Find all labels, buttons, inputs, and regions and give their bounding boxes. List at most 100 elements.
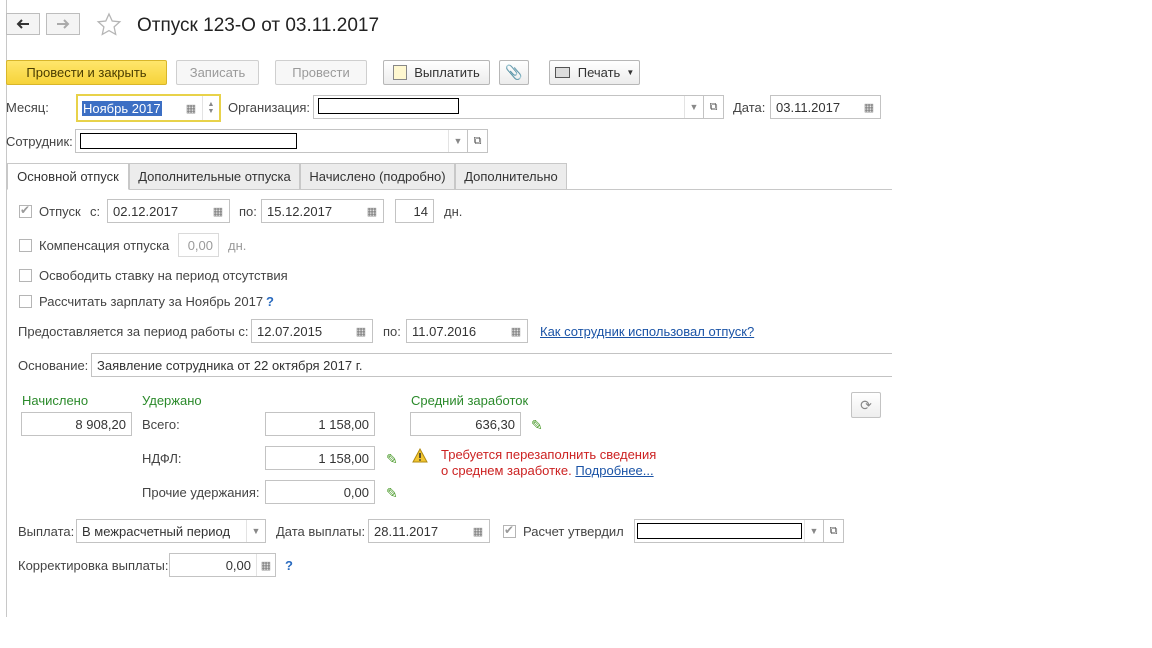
ndfl-field[interactable]: 1 158,00	[265, 446, 375, 470]
vacation-from-field[interactable]: 02.12.2017 ▦	[107, 199, 230, 223]
post-and-close-button[interactable]: Провести и закрыть	[6, 60, 167, 85]
month-label: Месяц:	[6, 100, 49, 115]
compensation-days-value: 0,00	[187, 237, 213, 253]
payment-field[interactable]: В межрасчетный период ▼	[76, 519, 266, 543]
warning-line-2: о среднем заработке. Подробнее...	[441, 463, 654, 479]
period-to-value: 11.07.2016	[412, 323, 477, 339]
payment-value: В межрасчетный период	[82, 523, 231, 539]
payment-date-label: Дата выплаты:	[276, 524, 366, 539]
month-spin-control[interactable]: ▲ ▼	[202, 96, 219, 120]
calendar-icon[interactable]: ▦	[180, 96, 202, 120]
calendar-icon[interactable]: ▦	[858, 96, 880, 118]
open-organization-button[interactable]: ⧉	[704, 95, 724, 119]
tab-additional[interactable]: Дополнительно	[455, 163, 567, 190]
date-value: 03.11.2017	[776, 99, 841, 115]
attach-button[interactable]: 📎	[499, 60, 529, 85]
print-button[interactable]: Печать ▼	[549, 60, 640, 85]
vacation-from-value: 02.12.2017	[113, 203, 179, 219]
approved-checkbox[interactable]	[503, 523, 516, 538]
favorite-star-icon[interactable]	[96, 12, 122, 41]
save-button[interactable]: Записать	[176, 60, 259, 85]
warning-line-1: Требуется перезаполнить сведения	[441, 447, 657, 462]
redacted-approver	[637, 523, 802, 539]
warning-line-2-text: о среднем заработке.	[441, 463, 572, 478]
vacation-to-label: по:	[239, 204, 257, 219]
open-approver-button[interactable]: ⧉	[824, 519, 844, 543]
redacted-employee	[80, 133, 297, 149]
other-withholdings-value: 0,00	[343, 484, 369, 500]
basis-field[interactable]: Заявление сотрудника от 22 октября 2017 …	[91, 353, 892, 377]
tab-main-vacation[interactable]: Основной отпуск	[7, 163, 129, 190]
calculator-icon[interactable]: ▦	[256, 554, 275, 576]
open-link-icon: ⧉	[473, 134, 482, 147]
correction-value: 0,00	[225, 557, 251, 573]
vacation-days-unit: дн.	[444, 204, 463, 219]
open-employee-button[interactable]: ⧉	[468, 129, 488, 153]
paperclip-icon: 📎	[505, 64, 523, 80]
print-button-label: Печать	[577, 65, 621, 80]
vacation-usage-link[interactable]: Как сотрудник использовал отпуск?	[540, 324, 754, 339]
avg-earnings-label: Средний заработок	[411, 393, 529, 408]
edit-other-withholdings-pencil-icon[interactable]: ✎	[386, 485, 398, 502]
organization-label: Организация:	[228, 100, 311, 115]
free-rate-label: Освободить ставку на период отсутствия	[39, 268, 288, 283]
compensation-days-field[interactable]: 0,00	[178, 233, 219, 257]
withheld-label: Удержано	[142, 393, 202, 408]
calendar-icon[interactable]: ▦	[350, 320, 372, 342]
document-icon	[393, 65, 408, 80]
correction-help-icon[interactable]: ?	[285, 558, 293, 573]
spin-down-icon[interactable]: ▼	[208, 108, 215, 115]
chevron-down-icon[interactable]: ▼	[246, 520, 265, 542]
back-button[interactable]	[6, 13, 40, 35]
warning-icon	[412, 447, 428, 466]
payment-date-value: 28.11.2017	[374, 523, 439, 539]
date-label: Дата:	[733, 100, 766, 115]
payment-label: Выплата:	[18, 524, 75, 539]
month-field[interactable]: Ноябрь 2017 ▦ ▲ ▼	[76, 94, 221, 122]
correction-label: Корректировка выплаты:	[18, 558, 169, 573]
free-rate-checkbox[interactable]	[19, 269, 32, 282]
tab-additional-vacations[interactable]: Дополнительные отпуска	[129, 163, 300, 190]
avg-earnings-value: 636,30	[475, 416, 515, 432]
calendar-icon[interactable]: ▦	[467, 520, 489, 542]
compensation-checkbox[interactable]	[19, 239, 32, 252]
printer-icon	[554, 67, 570, 78]
calendar-icon[interactable]: ▦	[505, 320, 527, 342]
arrow-right-icon	[57, 19, 70, 29]
post-button[interactable]: Провести	[275, 60, 367, 85]
withheld-total-field[interactable]: 1 158,00	[265, 412, 375, 436]
other-withholdings-field[interactable]: 0,00	[265, 480, 375, 504]
edit-avg-earnings-pencil-icon[interactable]: ✎	[531, 417, 543, 434]
vacation-days-field[interactable]: 14	[395, 199, 434, 223]
period-from-field[interactable]: 12.07.2015 ▦	[251, 319, 373, 343]
month-value: Ноябрь 2017	[82, 100, 162, 116]
chevron-down-icon[interactable]: ▼	[448, 130, 467, 152]
calendar-icon[interactable]: ▦	[361, 200, 383, 222]
tab-accrued-detail[interactable]: Начислено (подробно)	[300, 163, 455, 190]
avg-earnings-field[interactable]: 636,30	[410, 412, 521, 436]
vacation-to-field[interactable]: 15.12.2017 ▦	[261, 199, 384, 223]
forward-button[interactable]	[46, 13, 80, 35]
accrued-value: 8 908,20	[75, 416, 126, 432]
calc-salary-help-icon[interactable]: ?	[266, 294, 274, 309]
date-field[interactable]: 03.11.2017 ▦	[770, 95, 881, 119]
withheld-total-label: Всего:	[142, 417, 180, 432]
calc-salary-checkbox[interactable]	[19, 295, 32, 308]
period-to-field[interactable]: 11.07.2016 ▦	[406, 319, 528, 343]
vacation-checkbox[interactable]	[19, 203, 32, 218]
pay-button[interactable]: Выплатить	[383, 60, 490, 85]
spin-up-icon[interactable]: ▲	[208, 101, 215, 108]
arrow-left-icon	[16, 19, 29, 29]
chevron-down-icon[interactable]: ▼	[684, 96, 703, 118]
vacation-days-value: 14	[413, 203, 428, 219]
compensation-days-unit: дн.	[228, 238, 247, 253]
accrued-field[interactable]: 8 908,20	[21, 412, 132, 436]
warning-more-link[interactable]: Подробнее...	[575, 463, 653, 478]
chevron-down-icon[interactable]: ▼	[804, 520, 823, 542]
payment-date-field[interactable]: 28.11.2017 ▦	[368, 519, 490, 543]
refresh-button[interactable]: ⟳	[851, 392, 881, 418]
correction-field[interactable]: 0,00 ▦	[169, 553, 276, 577]
edit-ndfl-pencil-icon[interactable]: ✎	[386, 451, 398, 468]
calendar-icon[interactable]: ▦	[207, 200, 229, 222]
compensation-label: Компенсация отпуска	[39, 238, 170, 253]
